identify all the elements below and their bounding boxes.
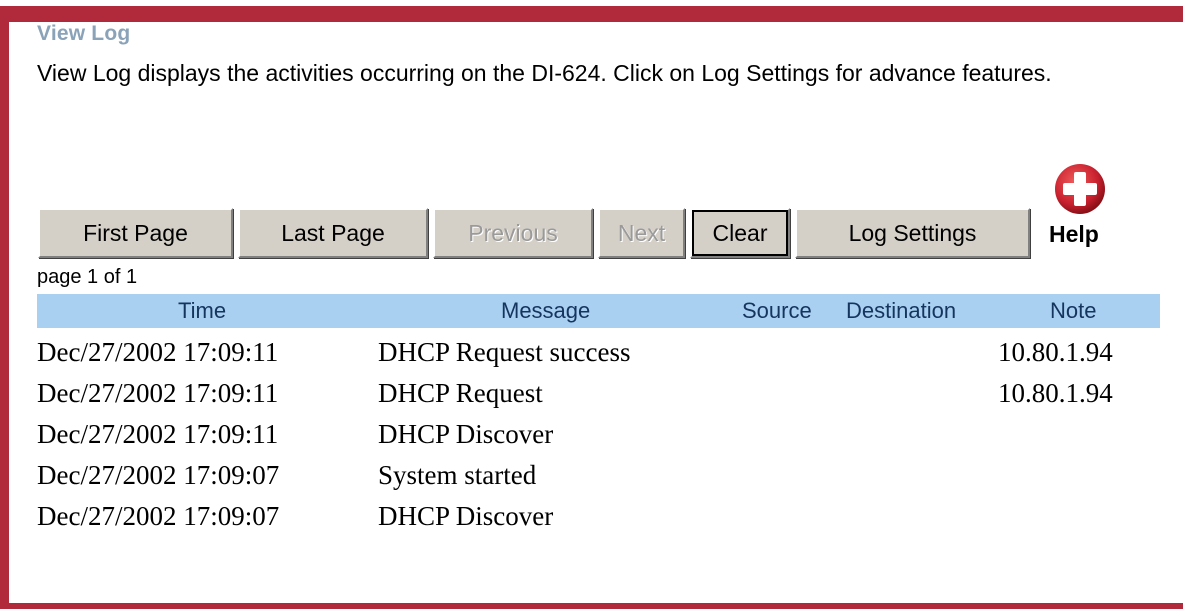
log-note: 10.80.1.94 xyxy=(998,337,1113,367)
log-time: Dec/27/2002 17:09:07 xyxy=(37,460,280,490)
pagination-label: page 1 of 1 xyxy=(37,266,138,288)
log-message: DHCP Request xyxy=(378,378,543,408)
plus-circle-icon[interactable] xyxy=(1053,162,1107,216)
log-message: DHCP Request success xyxy=(378,337,631,367)
column-header-message: Message xyxy=(501,298,591,323)
clear-button[interactable]: Clear xyxy=(690,208,790,258)
next-button[interactable]: Next xyxy=(598,208,685,258)
log-note: 10.80.1.94 xyxy=(998,378,1113,408)
log-message: DHCP Discover xyxy=(378,419,554,449)
log-time: Dec/27/2002 17:09:11 xyxy=(37,337,279,367)
previous-button[interactable]: Previous xyxy=(433,208,593,258)
log-time: Dec/27/2002 17:09:11 xyxy=(37,419,279,449)
column-header-source: Source xyxy=(742,298,812,323)
first-page-button[interactable]: First Page xyxy=(38,208,233,258)
column-header-destination: Destination xyxy=(846,298,957,323)
log-time: Dec/27/2002 17:09:11 xyxy=(37,378,279,408)
last-page-button[interactable]: Last Page xyxy=(238,208,428,258)
column-header-time: Time xyxy=(178,298,227,323)
help-link[interactable]: Help xyxy=(1049,221,1099,248)
page-description: View Log displays the activities occurri… xyxy=(37,60,1052,86)
log-settings-button[interactable]: Log Settings xyxy=(795,208,1030,258)
log-time: Dec/27/2002 17:09:07 xyxy=(37,501,280,531)
column-header-note: Note xyxy=(1050,298,1097,323)
log-message: System started xyxy=(378,460,537,490)
page-title: View Log xyxy=(37,22,131,45)
log-message: DHCP Discover xyxy=(378,501,554,531)
